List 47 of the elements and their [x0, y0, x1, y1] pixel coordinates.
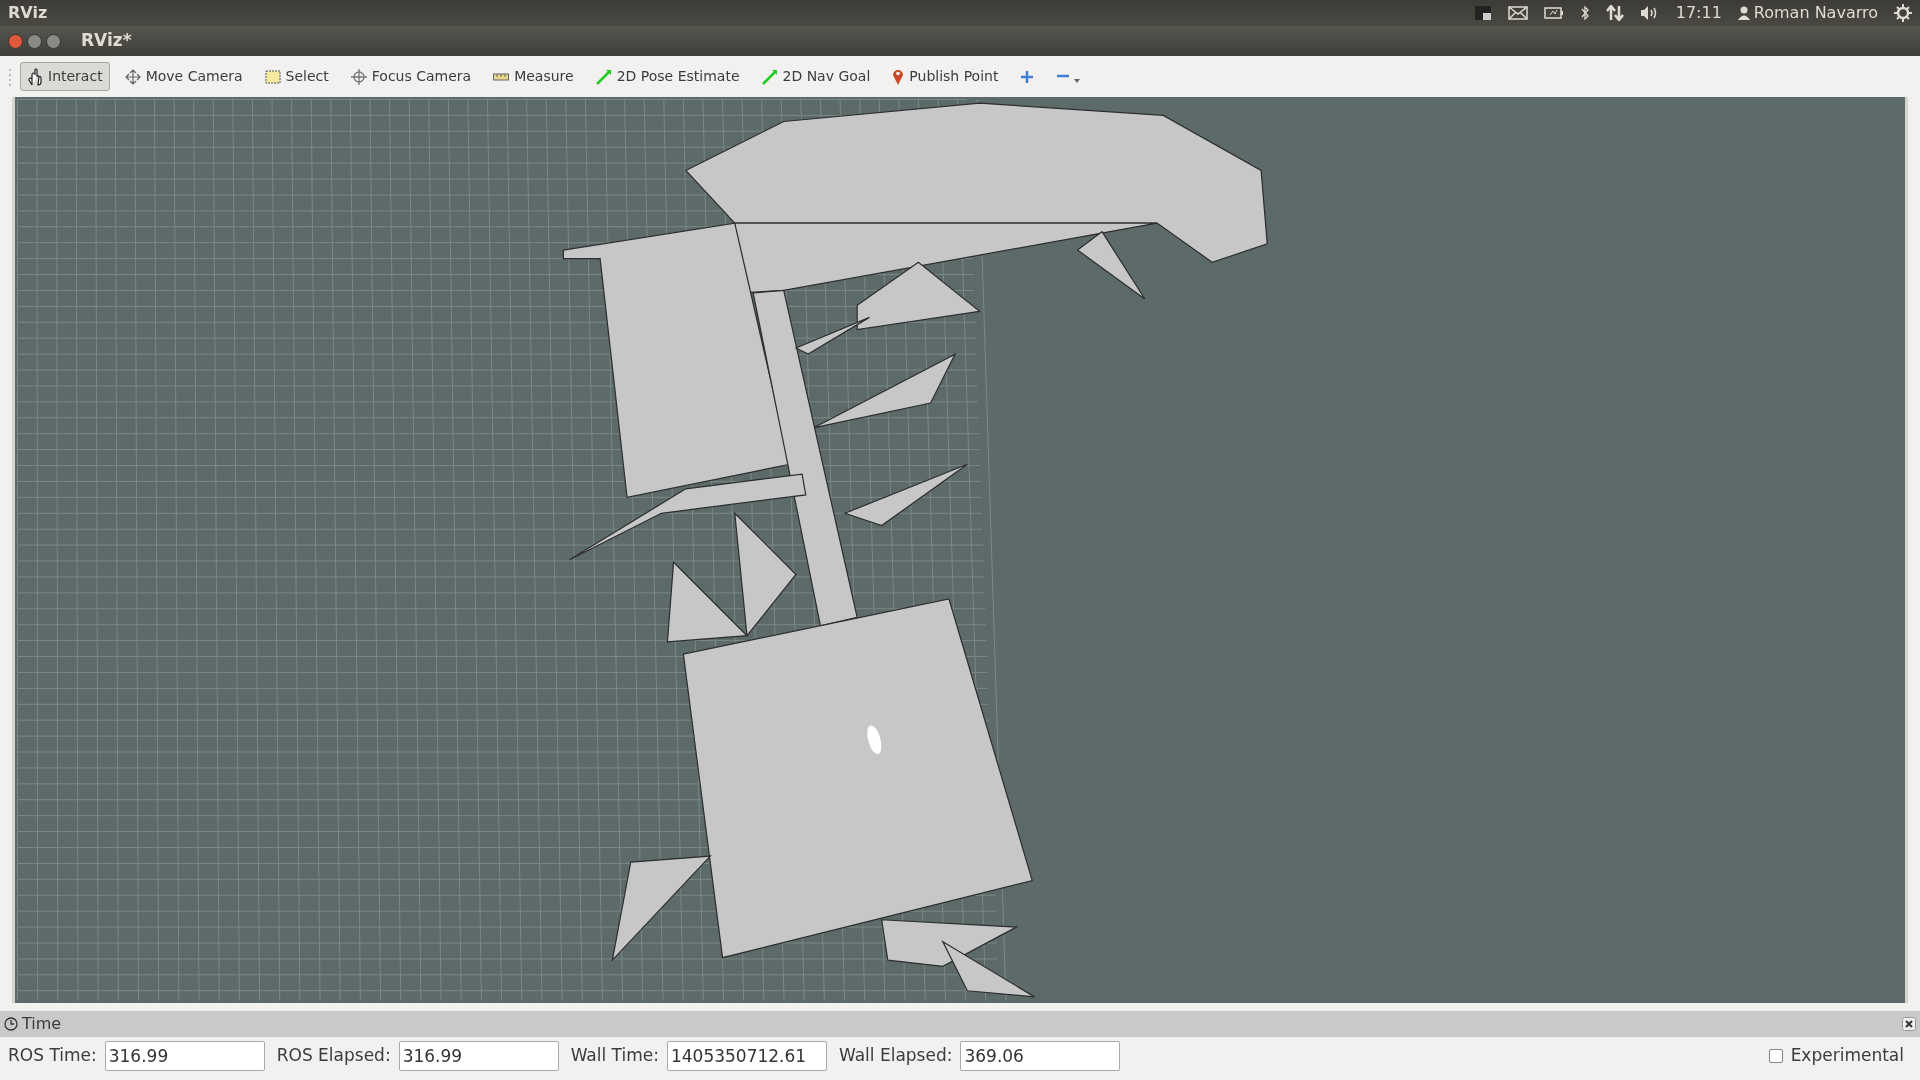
- maximize-button[interactable]: [46, 33, 61, 49]
- field-label: ROS Elapsed:: [276, 1044, 391, 1068]
- mail-icon[interactable]: [1507, 6, 1528, 20]
- time-field[interactable]: 316.99: [104, 1041, 265, 1071]
- tool-button[interactable]: Move Camera: [117, 62, 250, 91]
- hand-icon: [27, 67, 43, 86]
- tool-button[interactable]: Interact: [20, 62, 110, 91]
- checkbox[interactable]: [1768, 1049, 1783, 1063]
- tool-button[interactable]: Measure: [486, 62, 581, 91]
- tool-button[interactable]: Publish Point: [885, 62, 1006, 91]
- close-button[interactable]: [8, 33, 23, 49]
- battery-icon[interactable]: [1543, 7, 1564, 19]
- workspace-icon[interactable]: [1473, 4, 1492, 22]
- clock-icon: [4, 1017, 18, 1031]
- user-name[interactable]: Roman Navarro: [1753, 1, 1878, 25]
- diagonal-arrow-icon: [761, 68, 778, 85]
- time-field[interactable]: 369.06: [960, 1041, 1121, 1071]
- field-label: Wall Elapsed:: [838, 1044, 953, 1068]
- time-field[interactable]: 316.99: [398, 1041, 559, 1071]
- tool-button[interactable]: Select: [257, 62, 336, 91]
- clock[interactable]: 17:11: [1675, 1, 1722, 25]
- ruler-icon: [493, 72, 510, 81]
- checkbox-label: Experimental: [1790, 1044, 1904, 1068]
- tool-button[interactable]: 2D Pose Estimate: [588, 62, 747, 91]
- bluetooth-icon[interactable]: [1579, 5, 1590, 21]
- panel-title: Time: [22, 1013, 63, 1035]
- crosshair-icon: [350, 68, 367, 85]
- settings-icon[interactable]: [1894, 4, 1912, 22]
- close-icon[interactable]: [1902, 1017, 1916, 1031]
- tool-button[interactable]: 2D Nav Goal: [754, 62, 878, 91]
- field-label: Wall Time:: [570, 1044, 659, 1068]
- minimize-button[interactable]: [27, 33, 42, 49]
- user-icon: [1737, 6, 1750, 20]
- time-field[interactable]: 1405350712.61: [666, 1041, 827, 1071]
- network-arrows-icon[interactable]: [1605, 5, 1624, 21]
- field-label: ROS Time:: [8, 1044, 97, 1068]
- move-arrows-icon: [124, 68, 141, 85]
- robot-drawing: [867, 725, 882, 755]
- app-name: RViz: [8, 2, 48, 24]
- plus-icon: [1020, 69, 1035, 84]
- selection-box-icon: [264, 69, 281, 84]
- tool-button[interactable]: Focus Camera: [343, 62, 479, 91]
- toolbar-grip-icon: [8, 66, 12, 87]
- 3d-viewport[interactable]: [12, 97, 1908, 1003]
- window-title: RViz*: [81, 29, 132, 53]
- diagonal-arrow-icon: [595, 68, 612, 85]
- map-pin-icon: [892, 67, 905, 86]
